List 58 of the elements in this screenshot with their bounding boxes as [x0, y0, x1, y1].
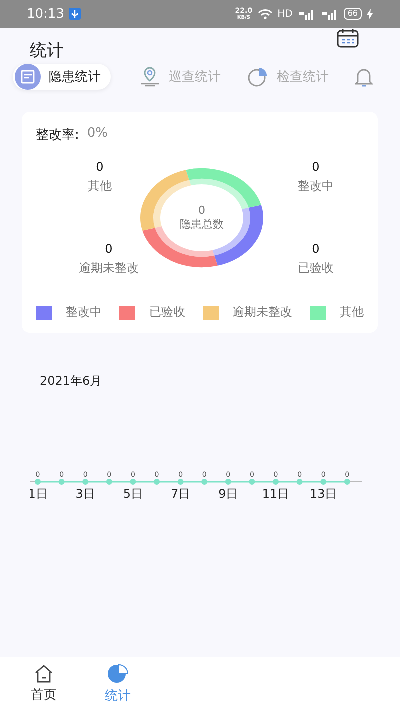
stat-value: 0	[312, 160, 320, 174]
data-point	[106, 479, 112, 485]
data-point	[58, 479, 65, 485]
data-point	[202, 479, 208, 485]
data-point	[225, 479, 232, 485]
data-point	[320, 479, 327, 485]
signal-icon	[320, 8, 339, 20]
data-point	[296, 479, 303, 485]
day-label: 11日	[262, 487, 290, 500]
stat-label: 整改中	[298, 178, 334, 195]
stat-value: 0	[312, 242, 320, 256]
legend-label: 已验收	[149, 304, 186, 321]
day-label: 13日	[310, 487, 338, 500]
data-point	[178, 479, 184, 485]
bell-icon	[355, 67, 373, 87]
tab[interactable]: 巡查统计	[137, 64, 235, 90]
month-label: 2021年6月	[40, 373, 104, 390]
charging-icon	[367, 8, 373, 20]
data-point	[130, 479, 136, 485]
data-point	[154, 479, 160, 485]
rate-label: 整改率:	[36, 127, 80, 144]
page-title: 统计	[30, 40, 64, 62]
home-icon	[34, 664, 54, 682]
data-point	[82, 479, 89, 485]
total-label: 隐患总数	[180, 217, 224, 232]
stat-value: 0	[96, 160, 104, 174]
rate-value: 0%	[87, 126, 108, 143]
usb-icon	[69, 8, 82, 20]
form-icon	[15, 64, 41, 90]
calendar-icon[interactable]	[337, 28, 359, 48]
pie-chart-icon	[106, 664, 130, 684]
tab[interactable]: 隐患统计	[13, 64, 111, 90]
legend-label: 整改中	[66, 304, 102, 321]
location-pin-icon	[139, 67, 161, 87]
legend-label: 逾期未整改	[232, 304, 293, 321]
data-point	[35, 479, 41, 485]
day-label: 9日	[218, 487, 238, 500]
pie-chart-icon	[247, 67, 269, 87]
status-time: 10:13	[27, 6, 64, 22]
network-label: HD	[278, 8, 293, 20]
data-point	[344, 479, 350, 485]
data-point	[273, 479, 279, 485]
nav-tab[interactable]: 统计	[105, 664, 131, 704]
tab[interactable]: 检查统计	[245, 64, 343, 90]
battery-level: 66	[344, 8, 362, 20]
day-label: 7日	[170, 487, 191, 500]
total-value: 0	[198, 204, 206, 217]
legend-label: 其他	[340, 304, 364, 321]
stat-label: 已验收	[298, 260, 334, 277]
wifi-icon	[258, 8, 273, 20]
day-label: 5日	[123, 487, 144, 500]
stat-label: 逾期未整改	[79, 260, 139, 277]
nav-tab[interactable]: 首页	[31, 664, 57, 704]
signal-icon	[298, 8, 316, 20]
data-point	[249, 479, 256, 485]
stat-label: 其他	[88, 178, 112, 195]
stat-value: 0	[105, 242, 113, 256]
day-label: 3日	[76, 487, 96, 500]
